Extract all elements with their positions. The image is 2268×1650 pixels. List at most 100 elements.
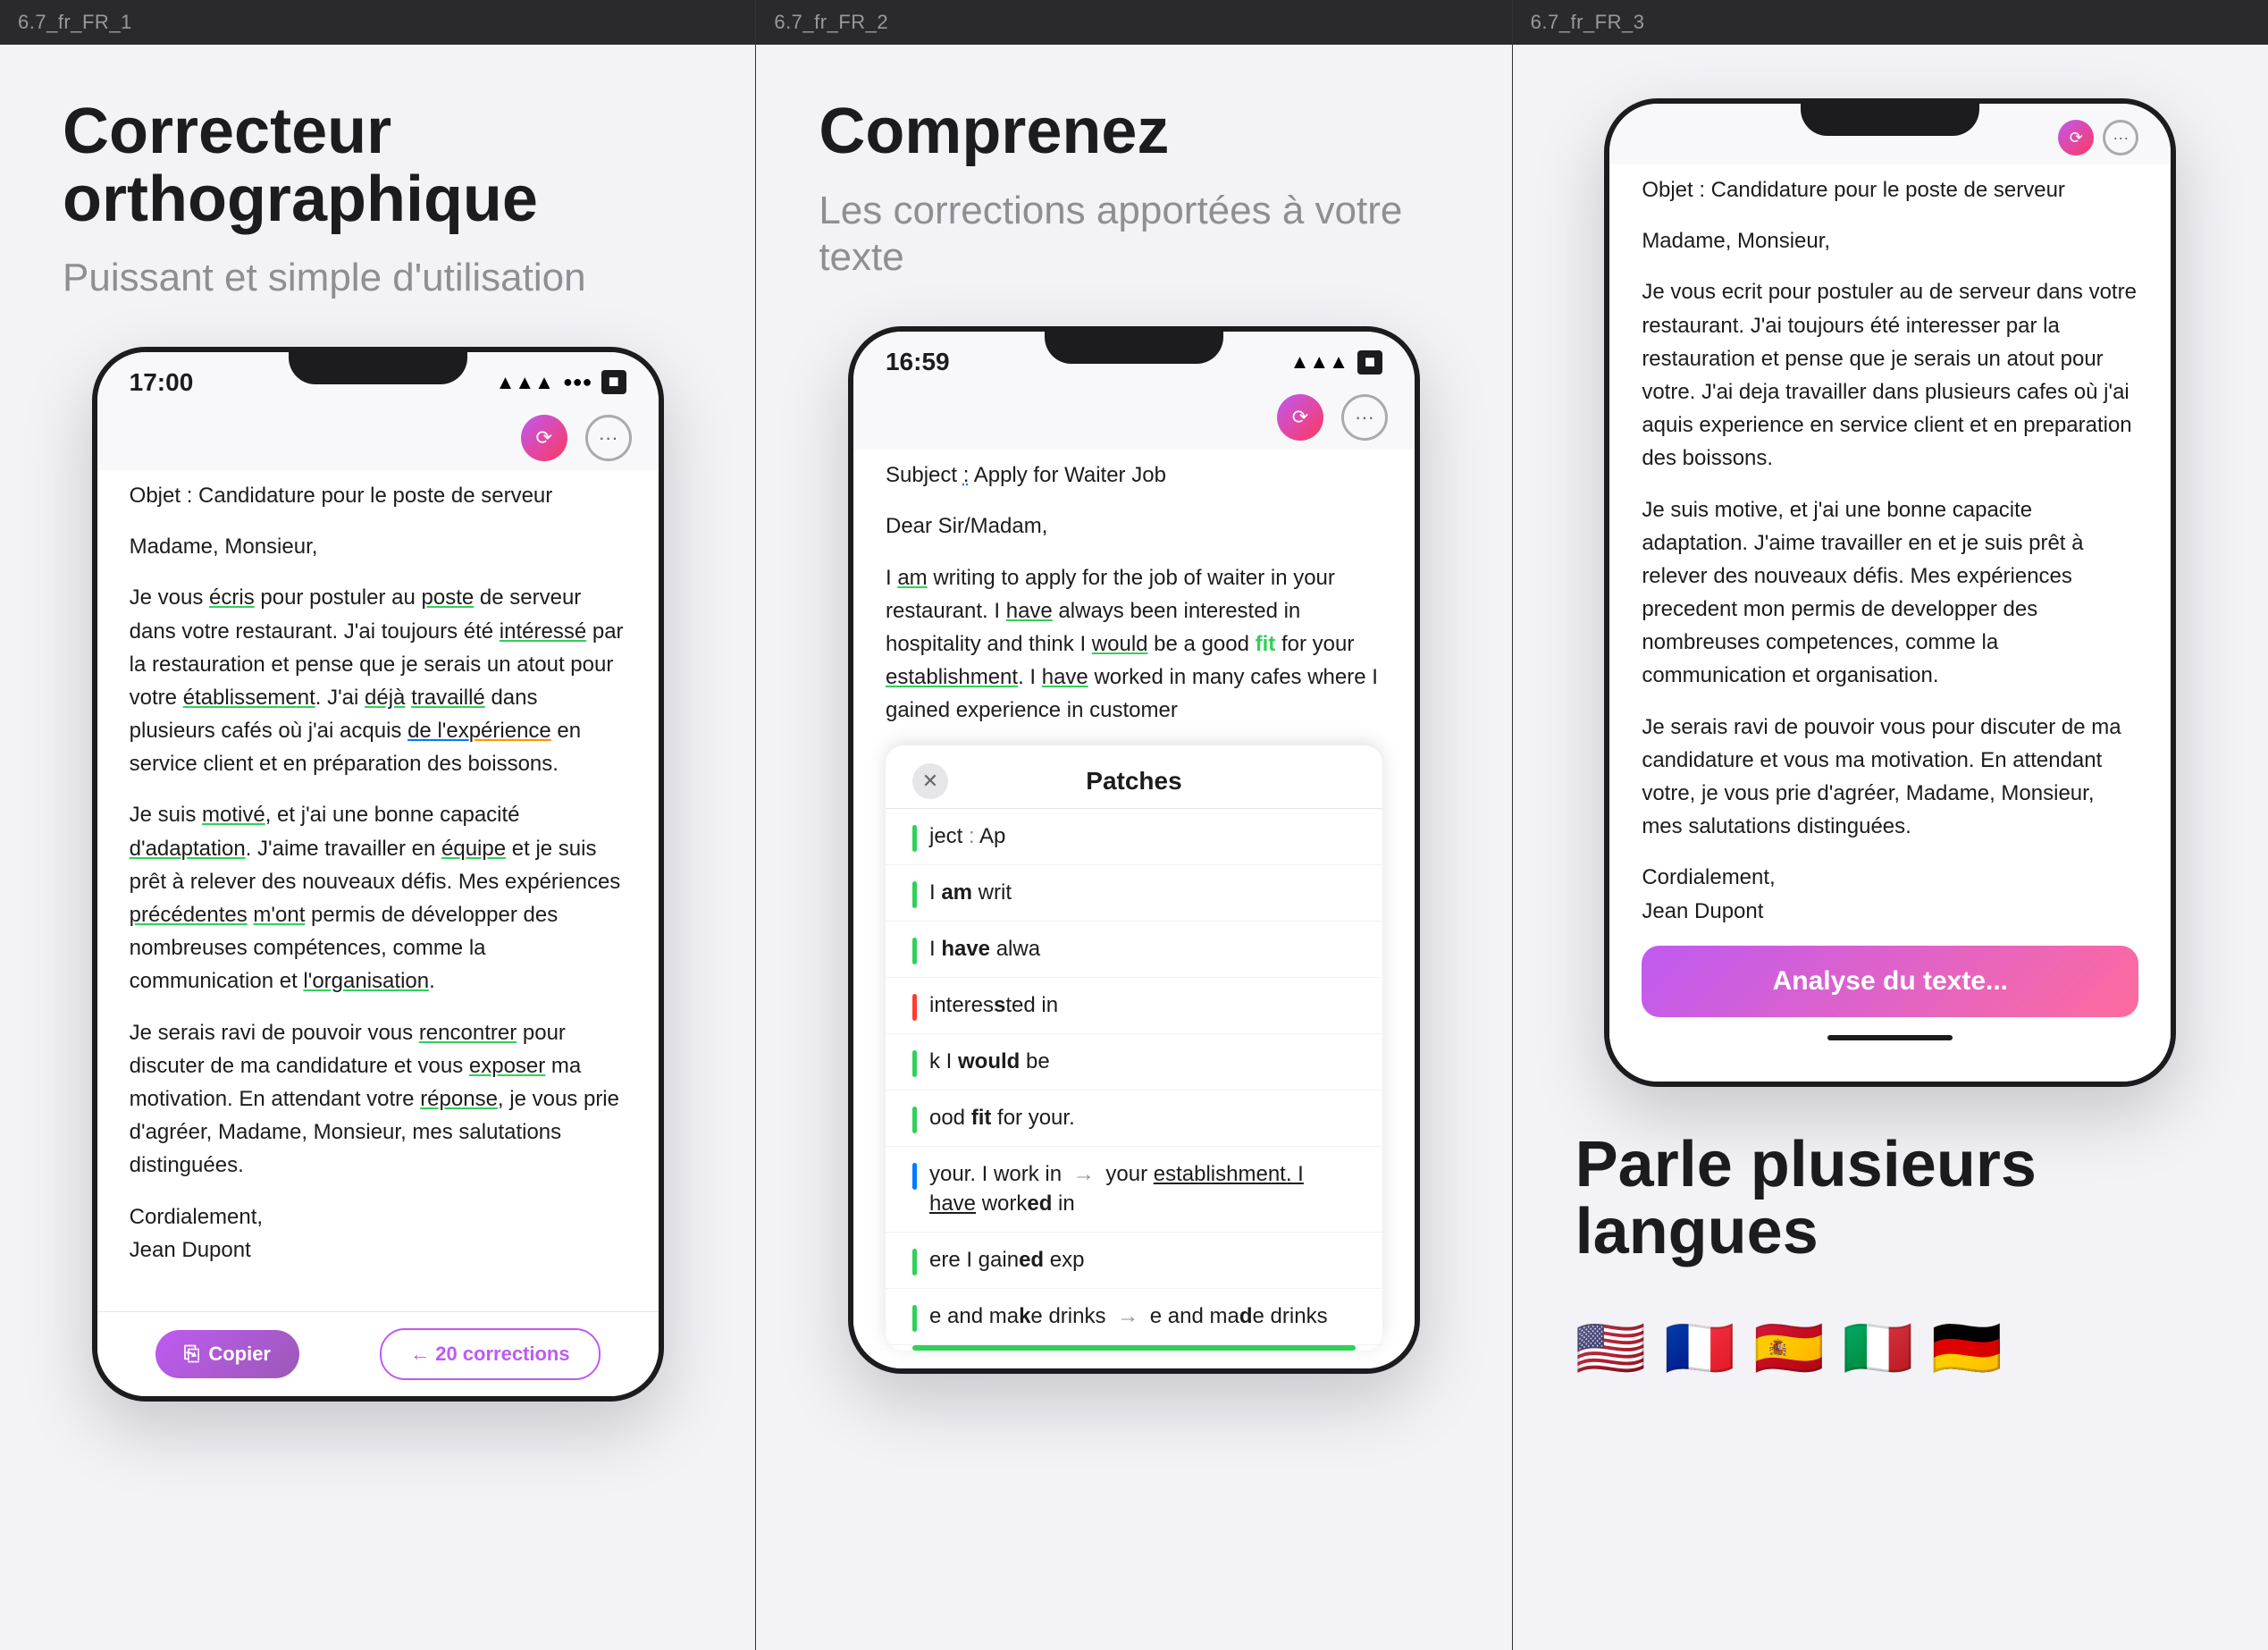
patch-text-4: interessted in	[929, 990, 1058, 1021]
wifi-icon: ▲▲▲	[496, 371, 554, 394]
corrections-label: ← 20 corrections	[410, 1343, 570, 1365]
patch-item-2[interactable]: I am writ	[886, 865, 1382, 922]
patch-bar-4	[912, 994, 917, 1021]
patch-bar-5	[912, 1050, 917, 1077]
patch-item-1[interactable]: ject : Ap	[886, 809, 1382, 865]
corrected-word-7: de l'ex	[407, 719, 469, 743]
flag-us: 🇺🇸	[1575, 1315, 1647, 1382]
email-para-1: Je vous écris pour postuler au poste de …	[130, 581, 626, 780]
action-icon-3[interactable]: ⟳	[1277, 394, 1323, 441]
analysis-button[interactable]: Analyse du texte...	[1773, 966, 2008, 997]
patches-close-button[interactable]: ✕	[912, 763, 948, 799]
email-para-fr-1: Je vous ecrit pour postuler au de serveu…	[1642, 275, 2138, 475]
phone-body-2: Subject : Apply for Waiter Job Dear Sir/…	[853, 450, 1415, 1368]
patch-item-5[interactable]: k I would be	[886, 1034, 1382, 1090]
phone-body-3: Objet : Candidature pour le poste de ser…	[1609, 164, 2171, 1082]
panel-1-subtitle: Puissant et simple d'utilisation	[63, 255, 693, 302]
phone-mockup-2: 16:59 ▲▲▲ ■ ⟳ ··· Subject : Apply for Wa…	[848, 326, 1420, 1374]
corrected-word-12: précédentes	[130, 903, 248, 927]
corrected-word-10: d'adaptation	[130, 837, 246, 861]
email-content-2: Subject : Apply for Waiter Job Dear Sir/…	[886, 459, 1382, 727]
corrected-word-15: rencontrer	[419, 1021, 517, 1045]
phone-icons-2: ▲▲▲ ■	[1290, 350, 1382, 375]
patch-bar-7	[912, 1163, 917, 1190]
phone-mockup-3: 17:00 ⟳ ··· Objet : Candidature pour le …	[1604, 98, 2176, 1087]
greeting-text-1: Madame, Monsieur,	[130, 535, 318, 559]
action-icon-1[interactable]: ⟳	[521, 415, 567, 461]
phone-notch-1	[289, 352, 467, 384]
corrections-button-1[interactable]: ← 20 corrections	[380, 1328, 601, 1380]
corrected-word-1: écris	[209, 585, 255, 610]
corrected-word-9: motivé	[202, 803, 265, 827]
corrected-word-2: poste	[422, 585, 475, 610]
email-content-1: Objet : Candidature pour le poste de ser…	[130, 479, 626, 1267]
panel-3-title: Parle plusieurs langues	[1575, 1132, 2205, 1267]
analysis-button-area: Analyse du texte...	[1642, 946, 2138, 1017]
signal-icon: ●●●	[563, 373, 592, 391]
phone-bottom-bar-1: ⎘ Copier ← 20 corrections	[97, 1311, 659, 1396]
panel-2-title: Comprenez	[819, 98, 1449, 166]
phone-icons-3: ⟳ ···	[2058, 120, 2138, 156]
corrected-word-11: équipe	[441, 837, 506, 861]
eng-word-5: establishment	[886, 665, 1018, 689]
corrected-word-13: m'ont	[253, 903, 305, 927]
patches-panel: ✕ Patches ject : Ap I am writ	[886, 745, 1382, 1351]
panel-2-subtitle: Les corrections apportées à votre texte	[819, 188, 1449, 282]
phone-body-1: Objet : Candidature pour le poste de ser…	[97, 470, 659, 1311]
patch-text-5: k I would be	[929, 1047, 1050, 1077]
phone-icons-1: ▲▲▲ ●●● ■	[496, 370, 626, 394]
action-icon-6[interactable]: ···	[2103, 120, 2138, 156]
email-content-3: Objet : Candidature pour le poste de ser…	[1642, 173, 2138, 928]
flag-fr: 🇫🇷	[1664, 1315, 1735, 1382]
patch-bar-3	[912, 938, 917, 964]
flag-it: 🇮🇹	[1843, 1315, 1914, 1382]
subject-colon: :	[963, 463, 970, 487]
patch-bar-8	[912, 1249, 917, 1275]
email-para-fr-2: Je suis motive, et j'ai une bonne capaci…	[1642, 493, 2138, 693]
panel-1-header: 6.7_fr_FR_1	[0, 0, 755, 45]
patch-bar-2	[912, 881, 917, 908]
corrected-word-8: périence	[469, 719, 551, 743]
panel-1-title: Correcteur orthographique	[63, 98, 693, 233]
patch-item-6[interactable]: ood fit for your.	[886, 1090, 1382, 1147]
eng-word-3: would	[1092, 632, 1148, 656]
phone-notch-3	[1801, 104, 1979, 136]
email-para-fr-3: Je serais ravi de pouvoir vous pour disc…	[1642, 711, 2138, 844]
eng-word-2: have	[1006, 599, 1053, 623]
patch-item-9[interactable]: e and make drinks → e and made drinks	[886, 1289, 1382, 1345]
phone-time-2: 16:59	[886, 348, 950, 376]
patch-item-4[interactable]: interessted in	[886, 978, 1382, 1034]
eng-word-1: am	[897, 566, 927, 590]
patch-item-8[interactable]: ere I gained exp	[886, 1233, 1382, 1289]
flags-row: 🇺🇸 🇫🇷 🇪🇸 🇮🇹 🇩🇪	[1575, 1315, 2205, 1382]
patches-title: Patches	[948, 767, 1320, 796]
phone-action-bar-1: ⟳ ···	[97, 406, 659, 470]
corrected-word-3: intéressé	[500, 619, 586, 644]
analysis-label: Analyse du texte...	[1773, 966, 2008, 996]
patch-item-3[interactable]: I have alwa	[886, 922, 1382, 978]
panel-2-header-label: 6.7_fr_FR_2	[774, 11, 888, 33]
phone-time-1: 17:00	[130, 368, 194, 397]
email-para-eng-1: I am writing to apply for the job of wai…	[886, 561, 1382, 728]
home-indicator-3	[1827, 1035, 1953, 1040]
patch-item-7[interactable]: your. I work in → your establishment. I …	[886, 1147, 1382, 1233]
corrected-word-4: établissement	[183, 686, 315, 710]
patch-text-1: ject : Ap	[929, 821, 1005, 852]
patch-text-9: e and make drinks → e and made drinks	[929, 1301, 1328, 1332]
patch-text-3: I have alwa	[929, 934, 1040, 964]
corrected-word-17: réponse	[420, 1087, 498, 1111]
action-icon-4[interactable]: ···	[1341, 394, 1388, 441]
action-icon-2[interactable]: ···	[585, 415, 632, 461]
wifi-icon-2: ▲▲▲	[1290, 350, 1348, 374]
corrected-word-16: exposer	[469, 1054, 545, 1078]
patch-bar-1	[912, 825, 917, 852]
copy-button-1[interactable]: ⎘ Copier	[155, 1330, 299, 1378]
email-subject-3: Objet : Candidature pour le poste de ser…	[1642, 173, 2138, 206]
panel-1-header-label: 6.7_fr_FR_1	[18, 11, 132, 33]
email-para-3: Je serais ravi de pouvoir vous rencontre…	[130, 1016, 626, 1183]
copy-label: Copier	[208, 1343, 271, 1366]
action-icon-5[interactable]: ⟳	[2058, 120, 2094, 156]
email-para-2: Je suis motivé, et j'ai une bonne capaci…	[130, 798, 626, 998]
panel-1-content: Correcteur orthographique Puissant et si…	[0, 45, 755, 1650]
panel-3-content: 17:00 ⟳ ··· Objet : Candidature pour le …	[1513, 45, 2268, 1650]
